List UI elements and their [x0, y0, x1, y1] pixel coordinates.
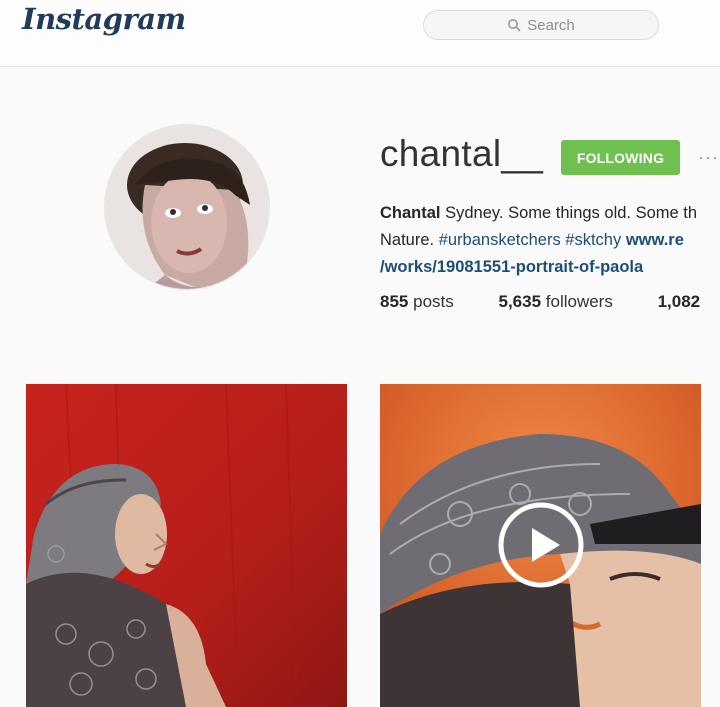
followers-stat[interactable]: 5,635 followers	[498, 292, 612, 312]
website-link-continued[interactable]: /works/19081551-portrait-of-paola	[380, 258, 643, 276]
bio-text: Sydney. Some things old. Some th	[445, 204, 698, 222]
hashtag-link[interactable]: #urbansketchers	[439, 231, 561, 249]
top-navigation-bar: Instagram Search	[0, 0, 720, 67]
following-stat[interactable]: 1,082	[658, 292, 701, 312]
followers-label: followers	[545, 292, 613, 311]
posts-stat: 855 posts	[380, 292, 454, 312]
posts-count: 855	[380, 292, 409, 311]
bio-full-name: Chantal	[380, 204, 441, 222]
search-placeholder: Search	[527, 16, 575, 34]
website-link[interactable]: www.re	[626, 231, 684, 249]
more-options-icon[interactable]: ···	[698, 147, 719, 168]
profile-bio: Chantal Sydney. Some things old. Some th…	[380, 200, 720, 281]
following-button[interactable]: FOLLOWING	[561, 140, 680, 175]
post-thumbnail-video[interactable]	[380, 384, 701, 707]
play-icon[interactable]	[498, 502, 584, 588]
search-input[interactable]: Search	[423, 10, 659, 40]
instagram-logo[interactable]: Instagram	[22, 2, 186, 36]
profile-username: chantal__	[380, 133, 544, 174]
search-icon	[508, 19, 521, 32]
post-image-red-portrait	[26, 384, 347, 707]
posts-label: posts	[413, 292, 454, 311]
followers-count: 5,635	[498, 292, 542, 311]
avatar-portrait-image	[105, 125, 269, 289]
hashtag-link[interactable]: #sktchy	[565, 231, 621, 249]
bio-line-2: Nature. #urbansketchers #sktchy www.re	[380, 227, 720, 254]
bio-line-1: Chantal Sydney. Some things old. Some th	[380, 200, 720, 227]
post-thumbnail[interactable]	[26, 384, 347, 707]
profile-stats: 855 posts 5,635 followers 1,082	[380, 292, 720, 312]
bio-line-3: /works/19081551-portrait-of-paola	[380, 254, 720, 281]
bio-text-2: Nature.	[380, 231, 435, 249]
following-count: 1,082	[657, 292, 701, 311]
profile-avatar[interactable]	[104, 124, 270, 290]
